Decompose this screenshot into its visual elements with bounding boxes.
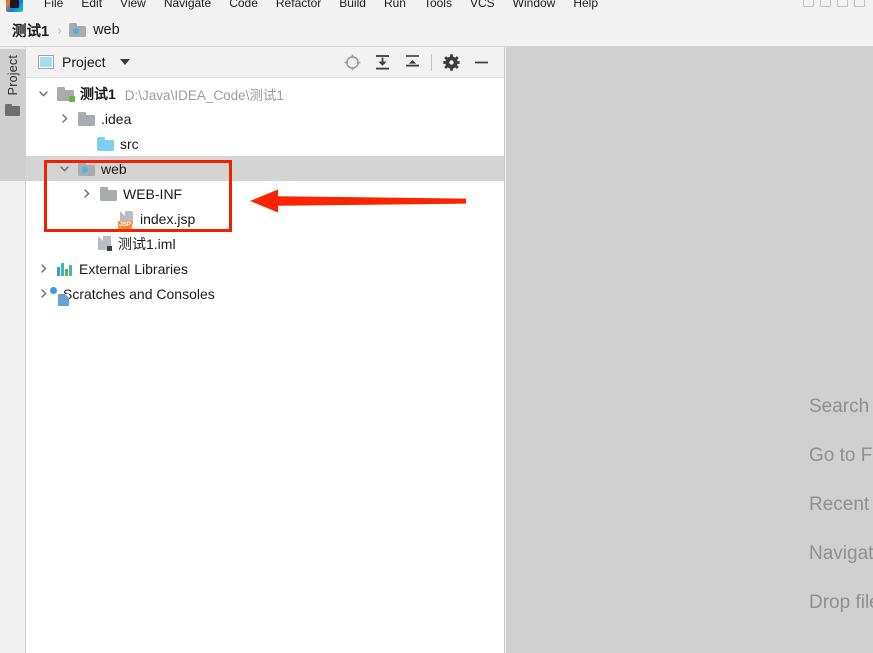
tree-label-src: src	[120, 135, 139, 152]
tree-label-project-root: 测试1	[80, 85, 116, 102]
expand-all-icon[interactable]	[367, 47, 397, 78]
module-folder-icon	[57, 86, 75, 102]
settings-gear-icon[interactable]	[436, 47, 466, 78]
menu-item-help[interactable]: Help	[564, 0, 607, 10]
jsp-file-icon: JSP	[118, 210, 135, 229]
menu-item-navigate[interactable]: Navigate	[155, 0, 220, 10]
iml-file-icon	[97, 235, 113, 252]
breadcrumb-item-web[interactable]: web	[93, 22, 120, 38]
breadcrumb-separator-icon: ›	[57, 21, 62, 39]
menu-item-file[interactable]: File	[35, 0, 72, 10]
source-root-folder-icon	[97, 136, 114, 151]
tree-row-idea[interactable]: .idea	[26, 106, 504, 131]
toolbar-action-icon-3[interactable]	[837, 0, 848, 7]
toolbar-action-icon-1[interactable]	[803, 0, 814, 7]
menu-item-edit[interactable]: Edit	[72, 0, 111, 10]
watermark-go-to-file: Go to File	[809, 445, 873, 466]
watermark-navigation-bar: Navigation Bar	[809, 543, 873, 564]
tree-row-project-root[interactable]: 测试1 D:\Java\IDEA_Code\测试1	[26, 81, 504, 106]
tree-label-web: web	[101, 160, 127, 177]
menu-item-run[interactable]: Run	[375, 0, 415, 10]
jsp-badge-label: JSP	[118, 220, 132, 229]
collapse-all-icon[interactable]	[397, 47, 427, 78]
watermark-search-everywhere: Search Everywhere	[809, 396, 873, 417]
tree-row-web-inf[interactable]: WEB-INF	[26, 181, 504, 206]
project-panel-toolbar	[337, 47, 496, 78]
project-panel-title: Project	[62, 54, 106, 70]
toolbar-separator	[431, 54, 432, 71]
watermark-recent-files: Recent Files	[809, 494, 873, 515]
breadcrumb-item-project[interactable]: 测试1	[12, 20, 49, 41]
project-tool-window: Project 测试1 D:\Java\IDEA_Code\测试1 .idea …	[26, 47, 505, 653]
watermark-drop-files: Drop files here to open	[809, 592, 873, 613]
tree-label-iml: 测试1.iml	[118, 235, 176, 252]
chevron-expanded-icon[interactable]	[38, 88, 49, 99]
folder-icon	[100, 186, 117, 201]
navigation-bar: 测试1 › web	[0, 14, 873, 47]
tree-label-web-inf: WEB-INF	[123, 185, 183, 202]
chevron-down-icon[interactable]	[119, 59, 130, 65]
menu-item-refactor[interactable]: Refactor	[267, 0, 330, 10]
tool-window-button-label: Project	[5, 55, 20, 96]
tree-label-idea: .idea	[101, 110, 132, 127]
hide-minimize-icon[interactable]	[466, 47, 496, 78]
tree-label-external-libraries: External Libraries	[79, 260, 188, 277]
tree-row-external-libraries[interactable]: External Libraries	[26, 256, 504, 281]
menu-item-vcs[interactable]: VCS	[461, 0, 504, 10]
tree-label-scratches-and-consoles: Scratches and Consoles	[63, 285, 215, 302]
editor-watermark: Search Everywhere Go to File Recent File…	[506, 47, 873, 653]
toolbar-action-icon-4[interactable]	[854, 0, 865, 7]
menu-item-tools[interactable]: Tools	[415, 0, 461, 10]
breadcrumb: 测试1 › web	[12, 20, 120, 41]
folder-icon	[78, 111, 95, 126]
menu-item-code[interactable]: Code	[220, 0, 267, 10]
menu-item-view[interactable]: View	[111, 0, 155, 10]
project-panel-title-group[interactable]: Project	[26, 54, 130, 70]
menu-item-build[interactable]: Build	[330, 0, 375, 10]
chevron-collapsed-icon[interactable]	[59, 113, 70, 124]
chevron-collapsed-icon[interactable]	[38, 288, 49, 299]
project-panel-header: Project	[26, 47, 504, 78]
tree-row-index-jsp[interactable]: JSP index.jsp	[26, 206, 504, 231]
locate-in-tree-icon[interactable]	[337, 47, 367, 78]
left-tool-window-bar: Project	[0, 47, 26, 653]
project-view-icon	[38, 55, 54, 69]
tree-label-index-jsp: index.jsp	[140, 210, 196, 227]
tree-row-web[interactable]: web	[26, 156, 504, 181]
chevron-collapsed-icon[interactable]	[38, 263, 49, 274]
libraries-icon	[57, 262, 73, 276]
project-folder-icon	[5, 104, 20, 117]
project-tree: 测试1 D:\Java\IDEA_Code\测试1 .idea src web …	[26, 78, 504, 306]
intellij-logo-icon	[6, 0, 23, 12]
chevron-collapsed-icon[interactable]	[81, 188, 92, 199]
idea-window: File Edit View Navigate Code Refactor Bu…	[0, 0, 873, 653]
tree-row-src[interactable]: src	[26, 131, 504, 156]
web-resource-folder-icon	[78, 161, 95, 176]
toolbar-action-icon-2[interactable]	[820, 0, 831, 7]
main-toolbar-actions	[803, 0, 865, 11]
web-folder-icon	[69, 23, 87, 37]
tree-path-project-root: D:\Java\IDEA_Code\测试1	[124, 87, 284, 103]
editor-empty-area[interactable]: Search Everywhere Go to File Recent File…	[506, 47, 873, 653]
menu-bar: File Edit View Navigate Code Refactor Bu…	[0, 0, 873, 14]
menu-item-window[interactable]: Window	[504, 0, 565, 10]
tool-window-button-project[interactable]: Project	[0, 49, 25, 181]
chevron-expanded-icon[interactable]	[59, 163, 70, 174]
tree-row-iml[interactable]: 测试1.iml	[26, 231, 504, 256]
tree-row-scratches-and-consoles[interactable]: Scratches and Consoles	[26, 281, 504, 306]
